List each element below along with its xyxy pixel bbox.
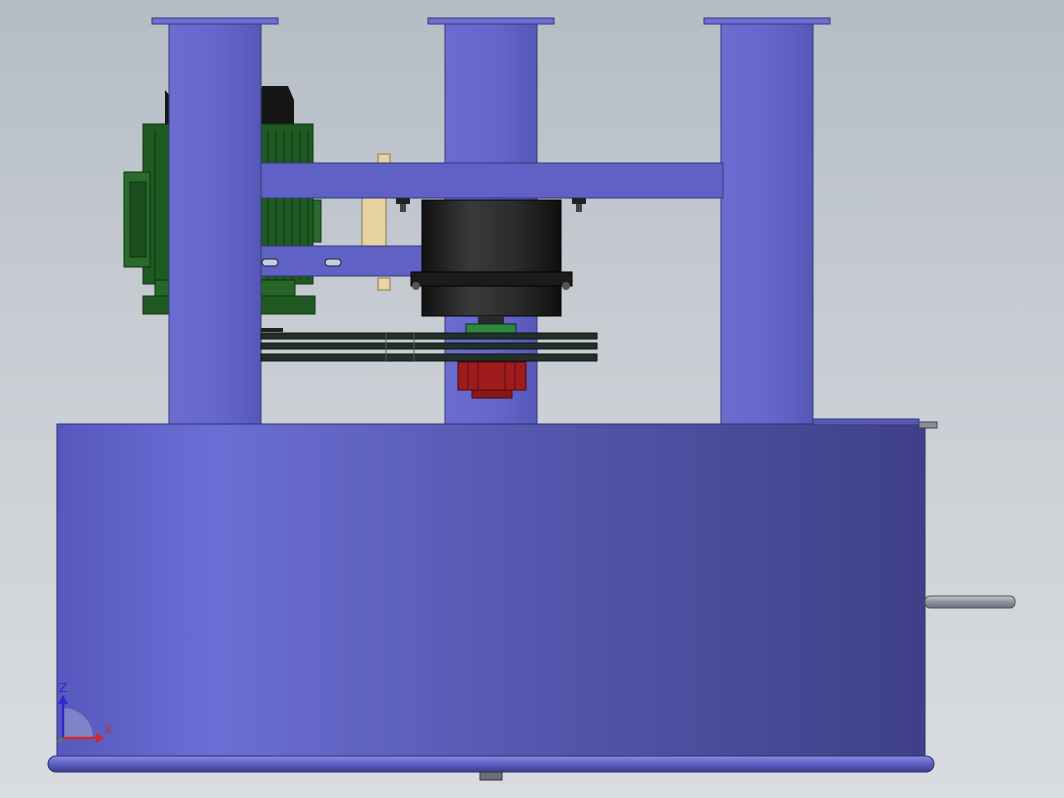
z-axis-label: Z: [59, 681, 67, 695]
tank-body[interactable]: [56, 418, 938, 759]
cad-viewport[interactable]: Z X: [0, 0, 1064, 798]
left-column[interactable]: [151, 17, 279, 427]
bottom-rim[interactable]: [47, 755, 935, 773]
right-column[interactable]: [703, 17, 831, 427]
outlet-pipe[interactable]: [924, 595, 1016, 609]
x-axis-label: X: [104, 723, 112, 737]
drive-belts[interactable]: [260, 328, 598, 362]
gearbox-drum[interactable]: [410, 199, 573, 326]
top-crossbar[interactable]: [260, 162, 724, 199]
model-canvas[interactable]: Z X: [0, 0, 1064, 798]
drain-nut[interactable]: [479, 771, 503, 781]
